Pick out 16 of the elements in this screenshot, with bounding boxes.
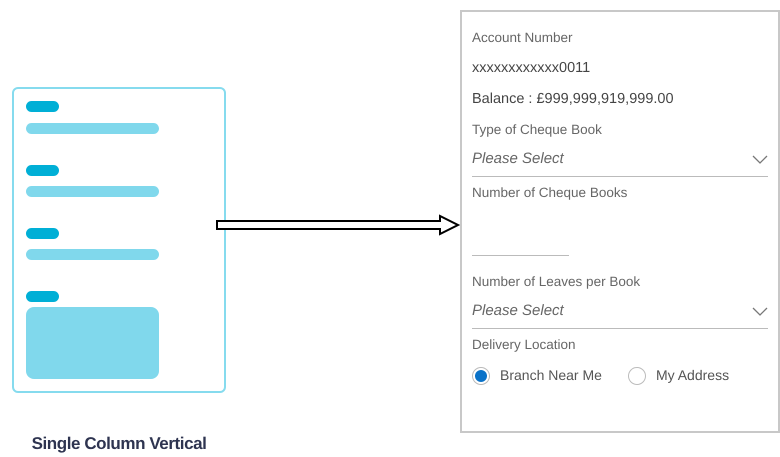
radio-label[interactable]: My Address xyxy=(656,365,730,386)
field-value: xxxxxxxxxxxx0011 xyxy=(472,59,592,78)
field-label: Number of Cheque Books xyxy=(472,184,628,202)
chevron-down-icon xyxy=(752,155,768,164)
field-label: Type of Cheque Book xyxy=(472,121,603,139)
select-field[interactable]: Please Select xyxy=(472,295,768,329)
field-label: Delivery Location xyxy=(472,336,577,354)
layout-caption: Single Column Vertical xyxy=(30,433,208,455)
field-value: Balance : £999,999,919,999.00 xyxy=(472,90,675,109)
select-field[interactable]: Please Select xyxy=(472,143,768,177)
radio-label[interactable]: Branch Near Me xyxy=(500,365,602,386)
field-label: Number of Leaves per Book xyxy=(472,273,642,291)
radio-button[interactable] xyxy=(472,366,490,384)
chevron-down-icon xyxy=(752,307,768,316)
radio-button[interactable] xyxy=(628,366,646,384)
field-label: Account Number xyxy=(472,29,574,47)
